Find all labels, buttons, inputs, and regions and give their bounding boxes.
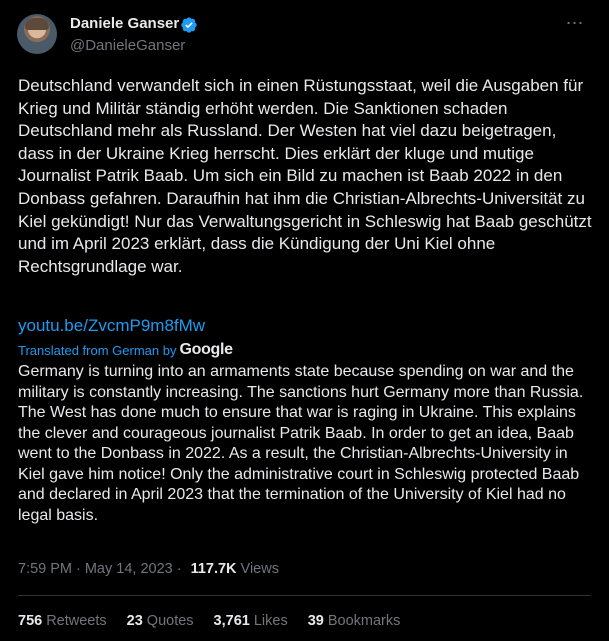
google-logo-icon: Google bbox=[179, 341, 233, 358]
views-label: Views bbox=[240, 561, 279, 577]
tweet-link[interactable]: youtu.be/ZvcmP9m8fMw bbox=[18, 316, 205, 336]
tweet-date[interactable]: May 14, 2023 bbox=[85, 561, 173, 577]
translated-label: Translated from German by bbox=[18, 342, 177, 358]
translation-attribution: Translated from German by Google bbox=[18, 341, 233, 359]
tweet-text-original: Deutschland verwandelt sich in einen Rüs… bbox=[18, 76, 592, 276]
stat-count: 23 bbox=[126, 613, 143, 629]
stat-label: Likes bbox=[253, 613, 288, 629]
meta-separator: · bbox=[76, 561, 81, 577]
stat-likes[interactable]: 3,761 Likes bbox=[214, 613, 288, 629]
author-name[interactable]: Daniele Ganser bbox=[70, 15, 179, 32]
verified-badge-icon bbox=[181, 17, 197, 33]
meta-separator: · bbox=[176, 561, 182, 577]
stat-retweets[interactable]: 756 Retweets bbox=[18, 613, 107, 629]
stat-bookmarks[interactable]: 39 Bookmarks bbox=[308, 613, 401, 629]
tweet-text-translated: Germany is turning into an armaments sta… bbox=[18, 363, 584, 524]
stat-label: Retweets bbox=[46, 613, 107, 629]
stat-count: 39 bbox=[307, 613, 324, 629]
stat-label: Quotes bbox=[146, 613, 194, 629]
stat-quotes[interactable]: 23 Quotes bbox=[127, 613, 194, 629]
views-count: 117.7K bbox=[190, 561, 237, 577]
tweet-time[interactable]: 7:59 PM bbox=[18, 561, 72, 577]
author-handle[interactable]: @DanieleGanser bbox=[70, 37, 185, 54]
avatar[interactable] bbox=[17, 14, 57, 54]
tweet-meta: 7:59 PM · May 14, 2023 · 117.7K Views bbox=[18, 561, 279, 577]
engagement-stats: 756 Retweets 23 Quotes 3,761 Likes 39 Bookma… bbox=[18, 613, 400, 629]
more-options-icon[interactable]: ⋯ bbox=[562, 10, 588, 36]
stat-label: Bookmarks bbox=[327, 613, 401, 629]
stat-count: 756 bbox=[18, 613, 43, 629]
tweet: Daniele Ganser @DanieleGanser ⋯ Deutschl… bbox=[0, 0, 609, 641]
stat-count: 3,761 bbox=[213, 613, 250, 629]
divider bbox=[18, 595, 591, 596]
